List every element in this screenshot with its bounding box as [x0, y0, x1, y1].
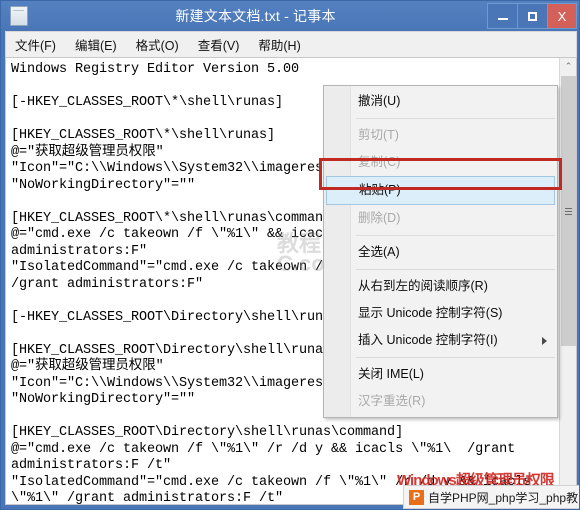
vertical-scrollbar[interactable]: ⌃: [559, 58, 576, 504]
scrollbar-thumb[interactable]: [561, 76, 576, 346]
context-menu-item: 复制(C): [358, 155, 401, 169]
menu-separator: [356, 235, 555, 236]
context-menu-item[interactable]: 关闭 IME(L): [324, 361, 557, 388]
watermark-bar-text: 自学PHP网_php学习_php教: [428, 490, 579, 505]
menu-item-help[interactable]: 帮助(H): [258, 32, 309, 57]
php-logo-icon: P: [409, 489, 424, 505]
menu-item-edit[interactable]: 编辑(E): [75, 32, 126, 57]
menu-separator: [356, 357, 555, 358]
menu-item-file[interactable]: 文件(F): [15, 32, 65, 57]
scroll-up-arrow-icon[interactable]: ⌃: [560, 58, 576, 75]
context-menu-item: 删除(D): [358, 211, 401, 225]
watermark-bar: P 自学PHP网_php学习_php教: [403, 485, 579, 509]
context-menu-item[interactable]: 插入 Unicode 控制字符(I): [324, 327, 557, 354]
window-controls: X: [487, 3, 577, 29]
context-menu-item[interactable]: 全选(A): [324, 239, 557, 266]
maximize-button[interactable]: [517, 3, 547, 29]
context-menu-item: 剪切(T): [358, 128, 399, 142]
minimize-button[interactable]: [487, 3, 517, 29]
context-menu-item[interactable]: 从右到左的阅读顺序(R): [324, 273, 557, 300]
close-button[interactable]: X: [547, 3, 577, 29]
minimize-icon: [497, 18, 508, 20]
menu-item-view[interactable]: 查看(V): [198, 32, 249, 57]
context-menu-item[interactable]: 撤消(U): [324, 88, 557, 115]
context-menu-item: 汉字重选(R): [358, 394, 426, 408]
submenu-arrow-icon: [542, 336, 547, 345]
maximize-icon: [528, 11, 537, 21]
menu-bar: 文件(F) 编辑(E) 格式(O) 查看(V) 帮助(H): [5, 31, 577, 57]
title-bar[interactable]: 新建文本文档.txt - 记事本 X: [1, 1, 579, 31]
notepad-icon: [10, 6, 28, 26]
context-menu-item[interactable]: 显示 Unicode 控制字符(S): [324, 300, 557, 327]
notepad-window: 新建文本文档.txt - 记事本 X 文件(F) 编辑(E) 格式(O) 查看(…: [0, 0, 580, 510]
menu-separator: [356, 269, 555, 270]
menu-item-format[interactable]: 格式(O): [136, 32, 188, 57]
context-menu-item[interactable]: 粘贴(P): [326, 176, 555, 205]
menu-separator: [356, 118, 555, 119]
window-title: 新建文本文档.txt - 记事本: [175, 8, 336, 24]
context-menu: 撤消(U) 剪切(T) 复制(C) 粘贴(P) 删除(D) 全选(A) 从右到左的阅读顺序(…: [323, 85, 558, 418]
